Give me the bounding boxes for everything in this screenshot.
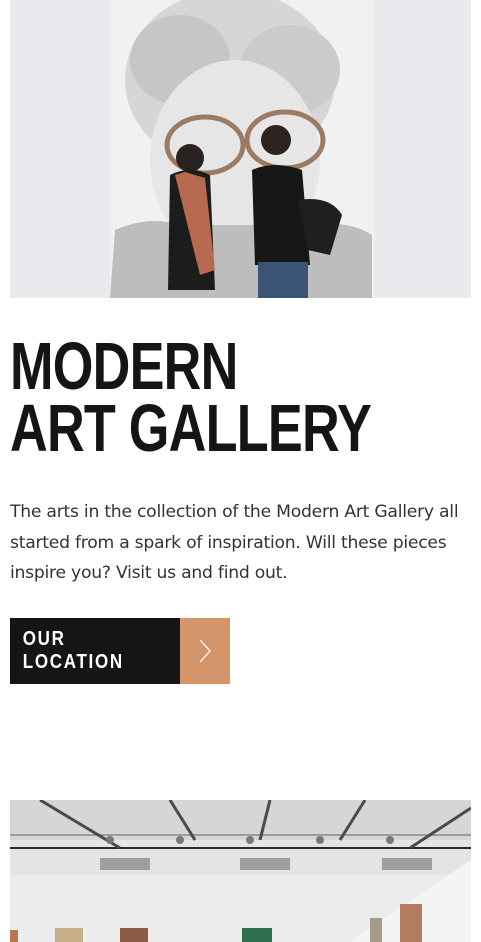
title-line-2: ART GALLERY — [10, 391, 372, 466]
chevron-right-icon-graphic — [199, 639, 211, 663]
chevron-right-icon[interactable] — [180, 618, 230, 684]
our-location-button[interactable]: OUR LOCATION — [10, 618, 230, 684]
our-location-label-box[interactable]: OUR LOCATION — [10, 618, 180, 684]
visitors-viewing-portrait-image — [10, 0, 471, 298]
gallery-interior-graphic — [10, 800, 471, 942]
title-line-1: MODERN — [10, 329, 238, 404]
our-location-label: OUR LOCATION — [22, 628, 124, 673]
page-title: MODERN ART GALLERY — [10, 329, 372, 466]
gallery-interior-image — [10, 800, 471, 942]
hero-description: The arts in the collection of the Modern… — [10, 502, 459, 583]
hero-image — [10, 0, 471, 298]
